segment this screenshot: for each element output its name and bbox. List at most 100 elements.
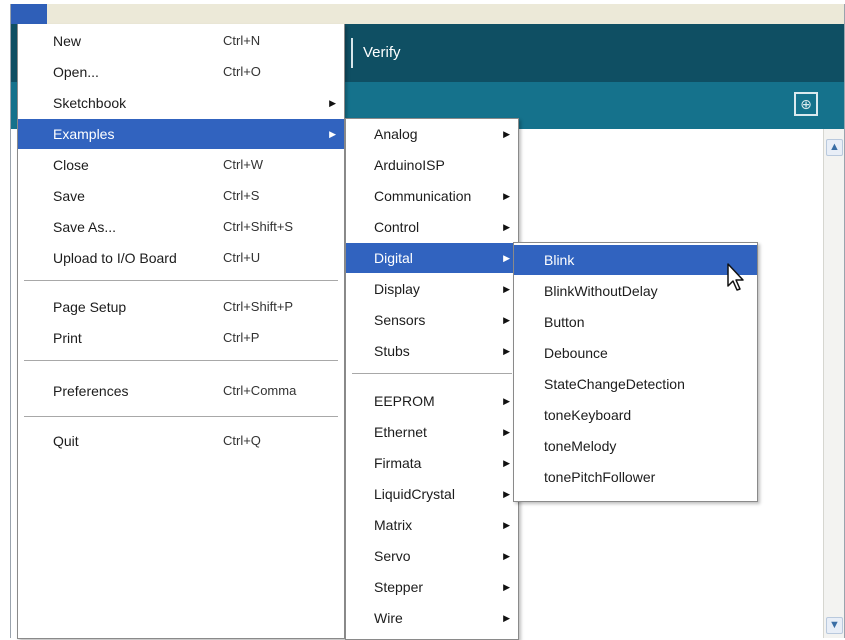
menu-item-label: Upload to I/O Board	[53, 250, 177, 266]
menu-item-label: Examples	[53, 126, 115, 142]
examples-item-eeprom[interactable]: EEPROM ▶	[346, 386, 518, 416]
examples-item-firmata[interactable]: Firmata ▶	[346, 448, 518, 478]
menu-item-shortcut: Ctrl+P	[223, 330, 260, 345]
menu-item-quit[interactable]: Quit Ctrl+Q	[18, 426, 344, 456]
digital-submenu: Blink BlinkWithoutDelay Button Debounce …	[513, 242, 758, 502]
submenu-arrow-icon: ▶	[503, 458, 510, 468]
menu-file[interactable]	[11, 4, 47, 24]
menu-item-label: Sensors	[374, 312, 426, 328]
menu-item-label: Communication	[374, 188, 472, 204]
submenu-arrow-icon: ▶	[503, 396, 510, 406]
menu-item-label: Debounce	[544, 345, 608, 361]
submenu-arrow-icon: ▶	[503, 315, 510, 325]
menu-item-label: Servo	[374, 548, 411, 564]
menu-item-label: New	[53, 33, 82, 49]
menu-item-label: Analog	[374, 126, 418, 142]
menu-item-label: Stubs	[374, 343, 410, 359]
menu-item-label: Ethernet	[374, 424, 427, 440]
menu-item-label: Matrix	[374, 517, 413, 533]
menu-item-save-as[interactable]: Save As... Ctrl+Shift+S	[18, 212, 344, 242]
menu-item-shortcut: Ctrl+O	[223, 64, 261, 79]
menu-separator	[24, 416, 338, 417]
menu-separator	[352, 373, 512, 374]
menu-item-label: Button	[544, 314, 585, 330]
examples-item-servo[interactable]: Servo ▶	[346, 541, 518, 571]
examples-item-digital[interactable]: Digital ▶	[346, 243, 518, 273]
digital-item-button[interactable]: Button	[514, 307, 757, 337]
examples-item-communication[interactable]: Communication ▶	[346, 181, 518, 211]
menu-item-page-setup[interactable]: Page Setup Ctrl+Shift+P	[18, 292, 344, 322]
menu-item-close[interactable]: Close Ctrl+W	[18, 150, 344, 180]
submenu-arrow-icon: ▶	[503, 613, 510, 623]
digital-item-tonepitchfollower[interactable]: tonePitchFollower	[514, 462, 757, 492]
menu-item-label: Stepper	[374, 579, 424, 595]
digital-item-statechangedetection[interactable]: StateChangeDetection	[514, 369, 757, 399]
menu-item-print[interactable]: Print Ctrl+P	[18, 323, 344, 353]
digital-item-tonemelody[interactable]: toneMelody	[514, 431, 757, 461]
menu-separator	[24, 280, 338, 281]
examples-item-analog[interactable]: Analog ▶	[346, 119, 518, 149]
file-menu: New Ctrl+N Open... Ctrl+O Sketchbook ▶ E…	[17, 24, 345, 639]
menu-item-label: LiquidCrystal	[374, 486, 455, 502]
digital-item-blinkwithoutdelay[interactable]: BlinkWithoutDelay	[514, 276, 757, 306]
menu-item-sketchbook[interactable]: Sketchbook ▶	[18, 88, 344, 118]
submenu-arrow-icon: ▶	[503, 427, 510, 437]
menu-item-label: Control	[374, 219, 420, 235]
digital-item-debounce[interactable]: Debounce	[514, 338, 757, 368]
menu-item-examples[interactable]: Examples ▶	[18, 119, 344, 149]
submenu-arrow-icon: ▶	[503, 489, 510, 499]
menu-item-new[interactable]: New Ctrl+N	[18, 26, 344, 56]
menu-item-label: toneKeyboard	[544, 407, 632, 423]
menu-bar	[11, 4, 844, 25]
examples-item-sensors[interactable]: Sensors ▶	[346, 305, 518, 335]
submenu-arrow-icon: ▶	[503, 191, 510, 201]
menu-item-label: StateChangeDetection	[544, 376, 685, 392]
menu-item-shortcut: Ctrl+Comma	[223, 383, 297, 398]
menu-item-save[interactable]: Save Ctrl+S	[18, 181, 344, 211]
menu-item-label: ArduinoISP	[374, 157, 445, 173]
examples-item-control[interactable]: Control ▶	[346, 212, 518, 242]
menu-item-label: tonePitchFollower	[544, 469, 656, 485]
menu-item-shortcut: Ctrl+N	[223, 33, 261, 48]
menu-item-label: Quit	[53, 433, 79, 449]
menu-item-label: Save As...	[53, 219, 117, 235]
examples-item-liquidcrystal[interactable]: LiquidCrystal ▶	[346, 479, 518, 509]
submenu-arrow-icon: ▶	[503, 582, 510, 592]
menu-item-shortcut: Ctrl+Shift+P	[223, 299, 294, 314]
digital-item-blink[interactable]: Blink	[514, 245, 757, 275]
menu-item-preferences[interactable]: Preferences Ctrl+Comma	[18, 376, 344, 406]
examples-item-arduinoisp[interactable]: ArduinoISP	[346, 150, 518, 180]
menu-item-shortcut: Ctrl+W	[223, 157, 264, 172]
examples-item-ethernet[interactable]: Ethernet ▶	[346, 417, 518, 447]
submenu-arrow-icon: ▶	[503, 520, 510, 530]
menu-item-label: Display	[374, 281, 420, 297]
menu-item-open[interactable]: Open... Ctrl+O	[18, 57, 344, 87]
submenu-arrow-icon: ▶	[503, 253, 510, 263]
verify-button[interactable]: Verify	[351, 38, 407, 68]
examples-item-display[interactable]: Display ▶	[346, 274, 518, 304]
submenu-arrow-icon: ▶	[329, 98, 336, 108]
menu-item-label: BlinkWithoutDelay	[544, 283, 658, 299]
menu-item-label: Wire	[374, 610, 403, 626]
examples-item-stubs[interactable]: Stubs ▶	[346, 336, 518, 366]
menu-item-label: Open...	[53, 64, 99, 80]
menu-item-label: Preferences	[53, 383, 129, 399]
scroll-down-arrow-icon[interactable]: ▼	[826, 617, 843, 634]
menu-item-label: Digital	[374, 250, 413, 266]
digital-item-tonekeyboard[interactable]: toneKeyboard	[514, 400, 757, 430]
new-tab-icon[interactable]: ⊕	[794, 92, 818, 116]
menu-item-shortcut: Ctrl+S	[223, 188, 260, 203]
menu-item-upload[interactable]: Upload to I/O Board Ctrl+U	[18, 243, 344, 273]
scroll-up-arrow-icon[interactable]: ▲	[826, 139, 843, 156]
examples-item-wire[interactable]: Wire ▶	[346, 603, 518, 633]
submenu-arrow-icon: ▶	[503, 284, 510, 294]
menu-item-shortcut: Ctrl+Shift+S	[223, 219, 294, 234]
examples-item-stepper[interactable]: Stepper ▶	[346, 572, 518, 602]
menu-item-shortcut: Ctrl+U	[223, 250, 261, 265]
menu-item-label: toneMelody	[544, 438, 617, 454]
menu-item-label: Save	[53, 188, 85, 204]
examples-item-matrix[interactable]: Matrix ▶	[346, 510, 518, 540]
vertical-scrollbar[interactable]: ▲ ▼	[823, 129, 844, 638]
menu-item-label: Page Setup	[53, 299, 127, 315]
submenu-arrow-icon: ▶	[329, 129, 336, 139]
